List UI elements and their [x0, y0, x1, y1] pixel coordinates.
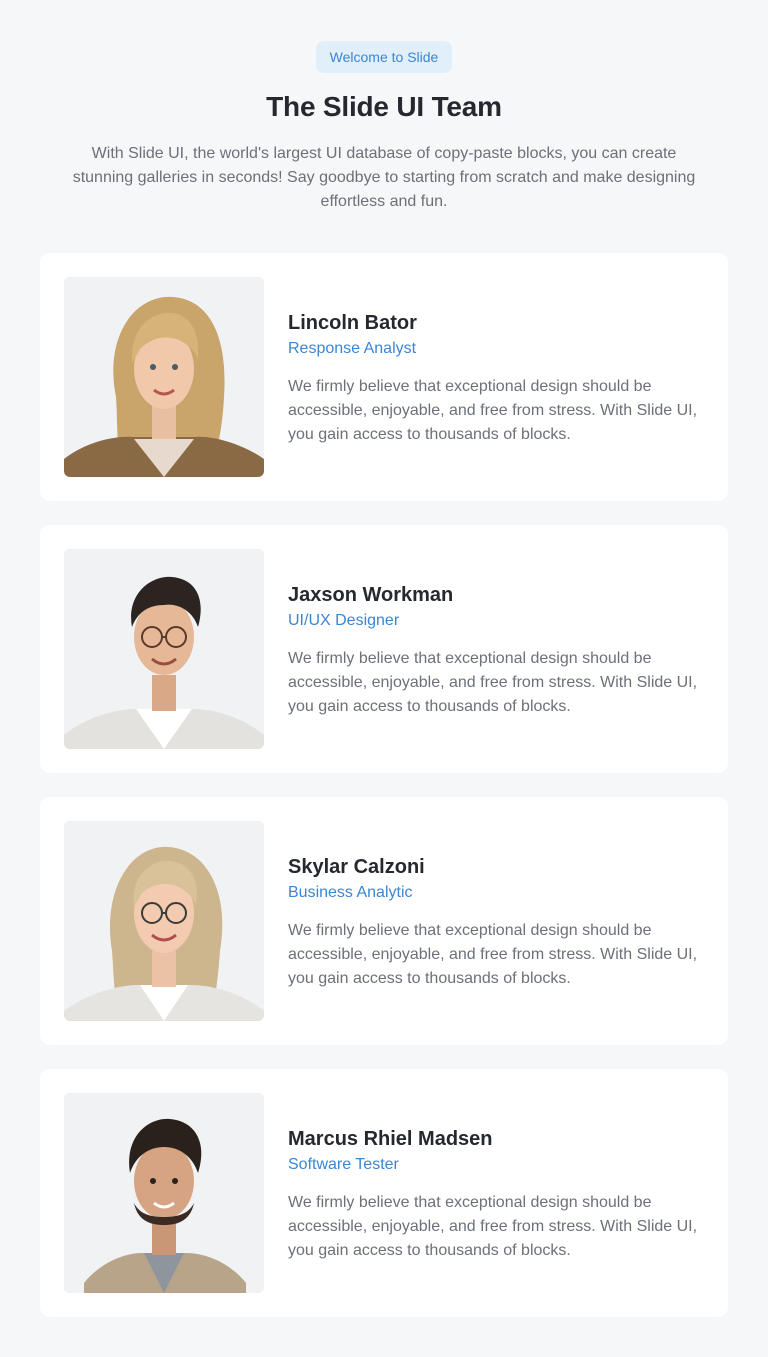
page-title: The Slide UI Team: [266, 91, 502, 122]
member-bio: We firmly believe that exceptional desig…: [288, 922, 698, 987]
member-name: Lincoln Bator: [288, 312, 417, 334]
team-member-card: Jaxson Workman UI/UX Designer We firmly …: [40, 525, 728, 773]
team-page: Welcome to Slide The Slide UI Team With …: [0, 0, 768, 1357]
welcome-badge: Welcome to Slide: [316, 41, 452, 73]
member-name: Marcus Rhiel Madsen: [288, 1128, 493, 1150]
portrait-man-beard-icon: [64, 1093, 264, 1293]
team-member-card: Skylar Calzoni Business Analytic We firm…: [40, 797, 728, 1045]
team-member-card: Marcus Rhiel Madsen Software Tester We f…: [40, 1069, 728, 1317]
member-bio: We firmly believe that exceptional desig…: [288, 650, 698, 715]
member-bio: We firmly believe that exceptional desig…: [288, 378, 698, 443]
portrait-woman-blonde-icon: [64, 277, 264, 477]
portrait-man-glasses-icon: [64, 549, 264, 749]
member-role: Software Tester: [288, 1156, 399, 1173]
member-role: UI/UX Designer: [288, 612, 400, 629]
member-role: Response Analyst: [288, 340, 417, 357]
team-member-card: Lincoln Bator Response Analyst We firmly…: [40, 253, 728, 501]
portrait-woman-glasses-icon: [64, 821, 264, 1021]
member-bio: We firmly believe that exceptional desig…: [288, 1194, 698, 1259]
member-name: Skylar Calzoni: [288, 856, 425, 878]
member-role: Business Analytic: [288, 884, 413, 901]
intro-text: With Slide UI, the world's largest UI da…: [72, 145, 696, 210]
member-name: Jaxson Workman: [288, 584, 454, 606]
